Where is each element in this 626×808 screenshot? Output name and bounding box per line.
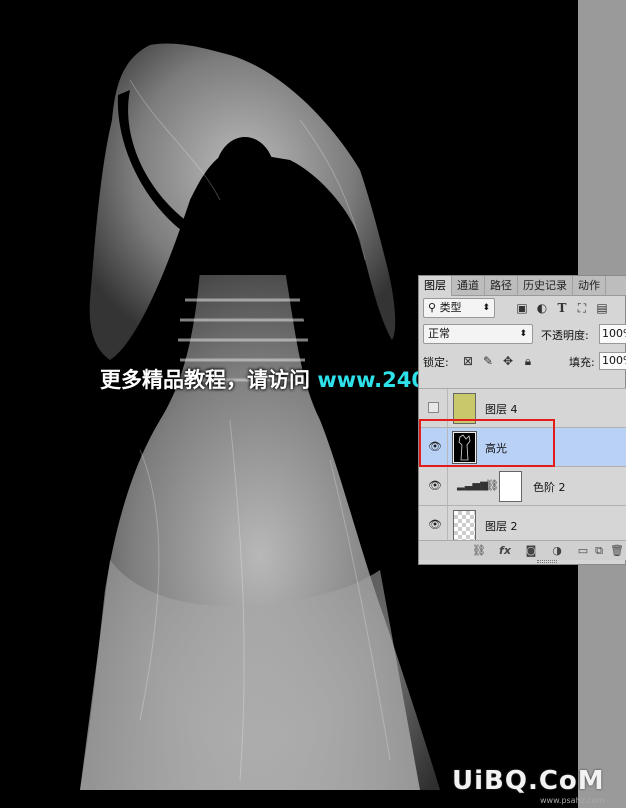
- fill-label: 填充:: [569, 356, 595, 369]
- lock-position-move-icon[interactable]: ✥: [501, 354, 515, 368]
- divider: [447, 467, 448, 506]
- filter-shape-icon[interactable]: ⛶: [575, 301, 589, 315]
- filter-pixel-icon[interactable]: ▣: [515, 301, 529, 315]
- fx-icon[interactable]: fx: [497, 544, 513, 558]
- levels-adjustment-icon: ▂▃▅▆: [457, 480, 488, 491]
- layer-mask-thumbnail: [499, 471, 522, 502]
- lock-all-icon[interactable]: 🔒︎: [521, 354, 535, 368]
- panel-tabs: 图层 通道 路径 历史记录 动作: [419, 276, 626, 296]
- layer-name[interactable]: 色阶 2: [533, 479, 566, 495]
- blend-row: 正常 ⬍ 不透明度: 100%: [423, 324, 626, 346]
- layers-panel: 图层 通道 路径 历史记录 动作 ⚲ 类型 ⬍ ▣ ◐ T ⛶ ▤ 正常 ⬍ 不…: [418, 275, 626, 565]
- blend-mode-select[interactable]: 正常 ⬍: [423, 324, 533, 344]
- tab-actions[interactable]: 动作: [573, 276, 606, 296]
- fill-input[interactable]: 100%: [599, 352, 626, 370]
- divider: [447, 428, 448, 467]
- blend-mode-value: 正常: [428, 327, 450, 340]
- eye-icon[interactable]: 👁︎: [428, 480, 442, 491]
- layer-thumbnail: [453, 510, 476, 541]
- brand-sub-url: www.psahz.com: [540, 796, 605, 805]
- layer-name[interactable]: 图层 4: [485, 401, 518, 417]
- tab-layers[interactable]: 图层: [419, 276, 452, 296]
- layer-name[interactable]: 高光: [485, 440, 507, 456]
- delete-trash-icon[interactable]: 🗑︎: [609, 544, 625, 558]
- lock-label: 锁定:: [423, 356, 449, 369]
- layer-filter-row: ⚲ 类型 ⬍ ▣ ◐ T ⛶ ▤: [423, 298, 625, 320]
- opacity-input[interactable]: 100%: [599, 324, 626, 344]
- lock-row: 锁定: ⊠ ✎ ✥ 🔒︎ 填充: 100%: [423, 352, 626, 372]
- link-layers-icon[interactable]: ⛓: [471, 544, 487, 558]
- resize-grip[interactable]: [537, 560, 557, 563]
- filter-adjustment-icon[interactable]: ◐: [535, 301, 549, 315]
- layer-row-levels-2[interactable]: 👁︎ ▂▃▅▆ ⛓ 色阶 2: [419, 467, 626, 506]
- filter-smart-object-icon[interactable]: ▤: [595, 301, 609, 315]
- layer-name[interactable]: 图层 2: [485, 518, 518, 534]
- eye-icon[interactable]: 👁︎: [428, 441, 442, 452]
- opacity-label: 不透明度:: [541, 329, 589, 342]
- visibility-toggle-off[interactable]: [428, 402, 439, 413]
- lock-transparent-icon[interactable]: ⊠: [461, 354, 475, 368]
- panel-bottom-toolbar: ⛓ fx ◙ ◑ ▭ ⧉ 🗑︎: [419, 540, 626, 560]
- new-layer-icon[interactable]: ⧉: [591, 544, 607, 558]
- link-chain-icon[interactable]: ⛓: [485, 479, 499, 492]
- silhouette-thumb-icon: [458, 434, 471, 461]
- lock-paint-brush-icon[interactable]: ✎: [481, 354, 495, 368]
- dropdown-arrow-icon: ⬍: [482, 303, 490, 313]
- new-group-folder-icon[interactable]: ▭: [575, 544, 591, 558]
- layer-list: 图层 4 👁︎ 高光 👁︎ ▂▃▅▆ ⛓ 色阶 2 👁︎ 图层 2: [419, 388, 626, 545]
- layer-thumbnail: [453, 393, 476, 424]
- filter-type-icon[interactable]: T: [555, 301, 569, 315]
- tab-paths[interactable]: 路径: [485, 276, 518, 296]
- layer-row-layer-4[interactable]: 图层 4: [419, 389, 626, 428]
- watermark-prefix: 更多精品教程，请访问: [100, 368, 318, 392]
- brand-logo: UiBQ.CoM: [452, 766, 605, 796]
- tab-history[interactable]: 历史记录: [518, 276, 573, 296]
- tab-channels[interactable]: 通道: [452, 276, 485, 296]
- new-adjustment-icon[interactable]: ◑: [549, 544, 565, 558]
- search-icon: ⚲: [428, 301, 440, 314]
- add-mask-icon[interactable]: ◙: [523, 544, 539, 558]
- filter-label: 类型: [439, 301, 462, 314]
- layer-thumbnail: [453, 432, 476, 463]
- dropdown-arrow-icon: ⬍: [519, 329, 527, 339]
- layer-row-highlight[interactable]: 👁︎ 高光: [419, 428, 626, 467]
- divider: [447, 389, 448, 428]
- layer-filter-select[interactable]: ⚲ 类型 ⬍: [423, 298, 495, 318]
- eye-icon[interactable]: 👁︎: [428, 519, 442, 530]
